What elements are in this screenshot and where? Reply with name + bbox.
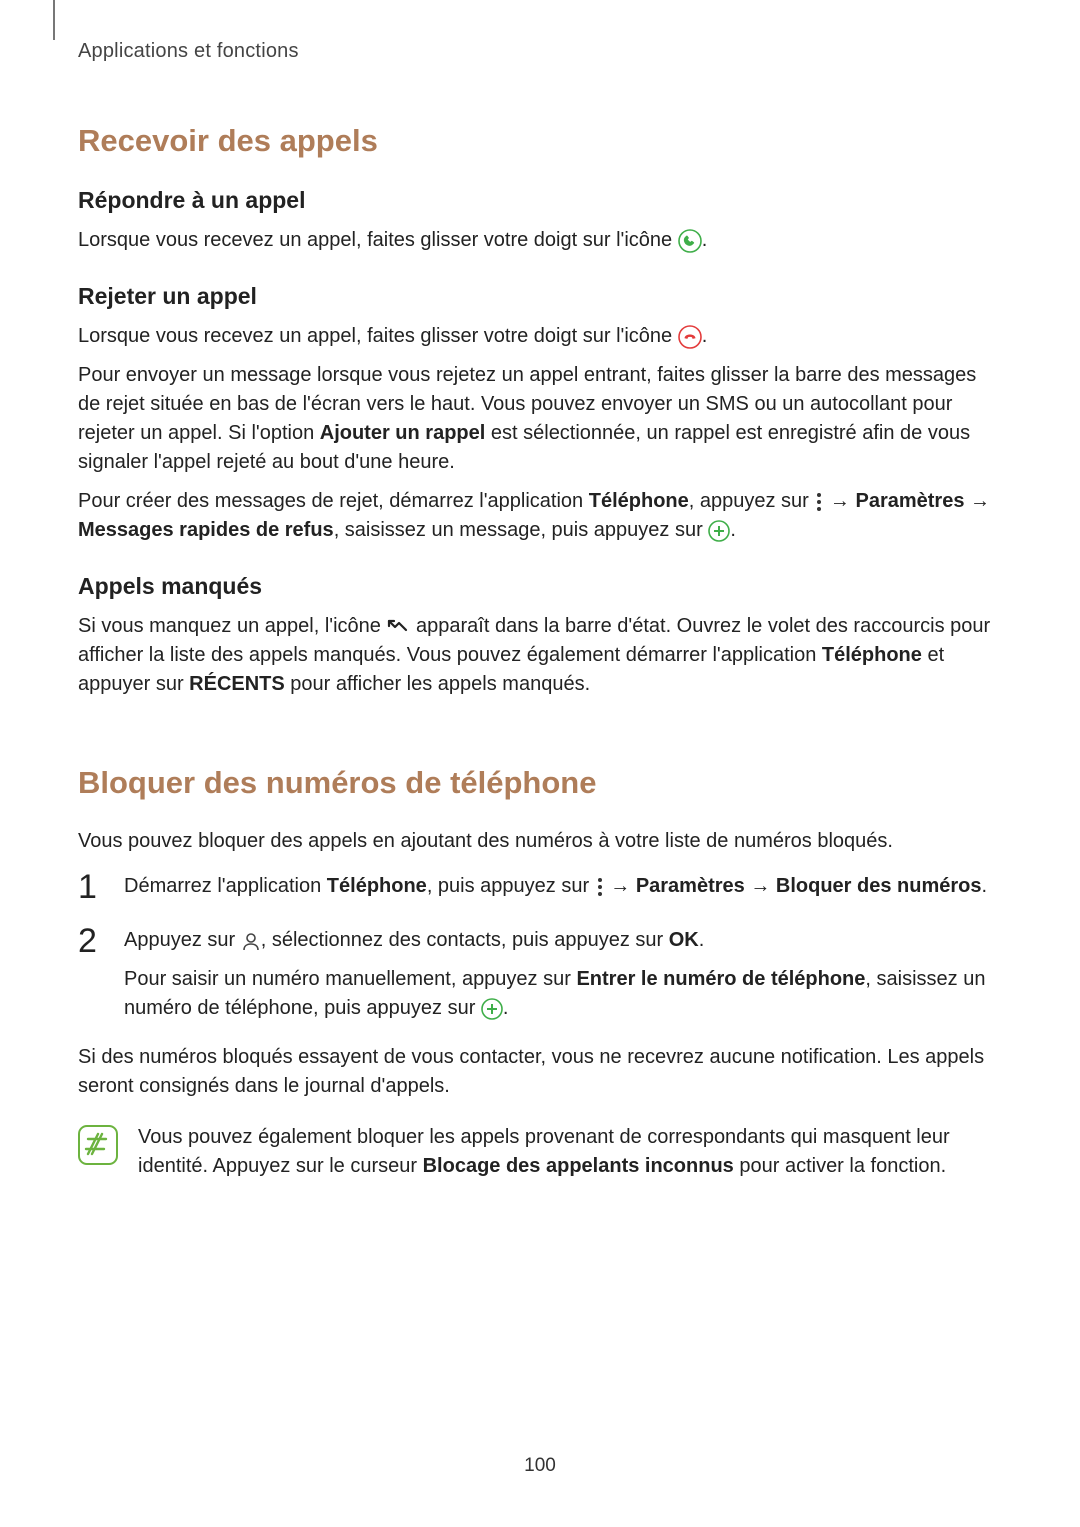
- paragraph-answer-call: Lorsque vous recevez un appel, faites gl…: [78, 226, 1002, 255]
- add-icon: [481, 998, 503, 1020]
- contact-icon: [241, 931, 261, 951]
- answer-call-icon: [678, 229, 702, 253]
- add-icon: [708, 520, 730, 542]
- more-options-icon: [595, 876, 605, 898]
- step-number: 2: [78, 924, 106, 1021]
- heading-missed-calls: Appels manqués: [78, 573, 1002, 600]
- paragraph-reject-call-1: Lorsque vous recevez un appel, faites gl…: [78, 322, 1002, 351]
- more-options-icon: [814, 491, 824, 513]
- heading-block-numbers: Bloquer des numéros de téléphone: [78, 765, 1002, 801]
- step-1: 1 Démarrez l'application Téléphone, puis…: [78, 872, 1002, 906]
- page: Applications et fonctions Recevoir des a…: [0, 0, 1080, 1527]
- page-number: 100: [0, 1455, 1080, 1477]
- note-block: Vous pouvez également bloquer les appels…: [78, 1123, 1002, 1181]
- step-1-body: Démarrez l'application Téléphone, puis a…: [124, 872, 1002, 906]
- step-2-body: Appuyez sur , sélectionnez des contacts,…: [124, 926, 1002, 1023]
- paragraph-reject-call-3: Pour créer des messages de rejet, démarr…: [78, 487, 1002, 545]
- paragraph-missed-calls: Si vous manquez un appel, l'icône appara…: [78, 612, 1002, 699]
- top-margin-line: [53, 0, 55, 40]
- note-text: Vous pouvez également bloquer les appels…: [138, 1123, 1002, 1181]
- heading-answer-call: Répondre à un appel: [78, 187, 1002, 214]
- paragraph-reject-call-2: Pour envoyer un message lorsque vous rej…: [78, 361, 1002, 477]
- chapter-header: Applications et fonctions: [78, 40, 1002, 63]
- missed-call-icon: [386, 618, 410, 636]
- note-icon: [78, 1125, 118, 1170]
- reject-call-icon: [678, 325, 702, 349]
- heading-receive-calls: Recevoir des appels: [78, 123, 1002, 159]
- step-2: 2 Appuyez sur , sélectionnez des contact…: [78, 926, 1002, 1023]
- paragraph-block-intro: Vous pouvez bloquer des appels en ajouta…: [78, 827, 1002, 856]
- step-number: 1: [78, 870, 106, 904]
- paragraph-block-outcome: Si des numéros bloqués essayent de vous …: [78, 1043, 1002, 1101]
- numbered-list: 1 Démarrez l'application Téléphone, puis…: [78, 872, 1002, 1023]
- heading-reject-call: Rejeter un appel: [78, 283, 1002, 310]
